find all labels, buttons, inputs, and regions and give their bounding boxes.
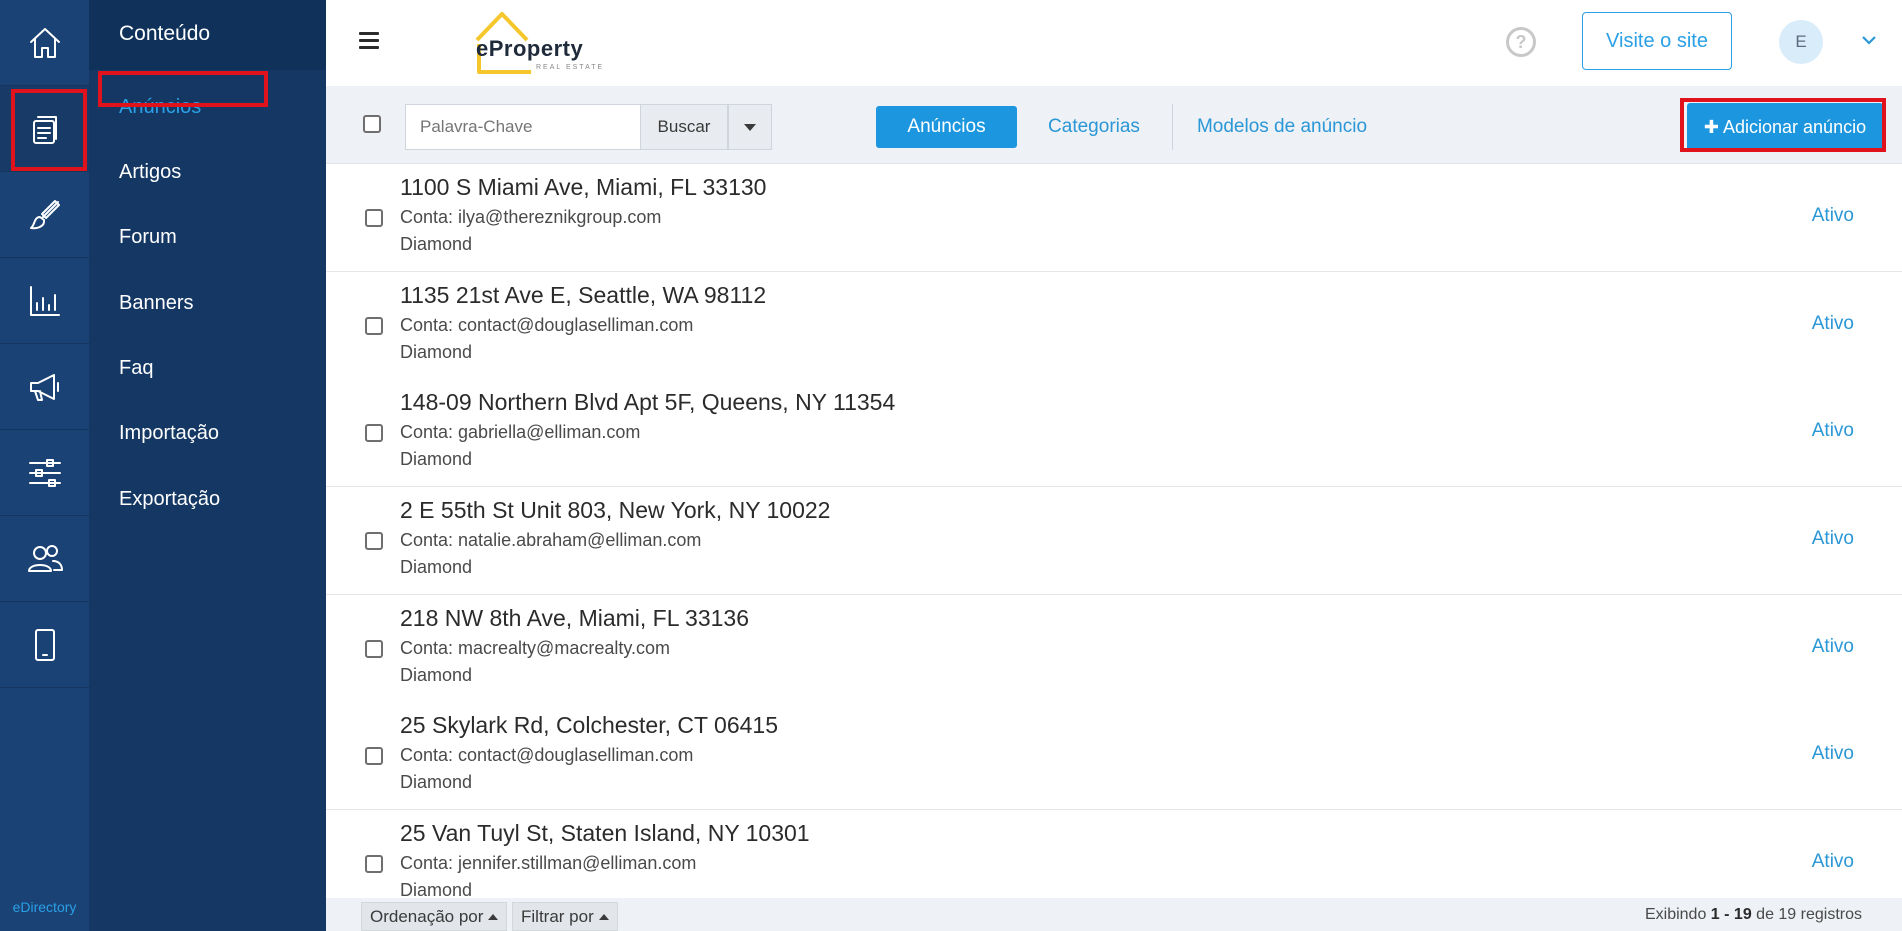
visit-site-button[interactable]: Visite o site xyxy=(1582,12,1732,70)
listing-title[interactable]: 25 Skylark Rd, Colchester, CT 06415 xyxy=(400,712,778,739)
submenu-item-importacao[interactable]: Importação xyxy=(119,422,219,445)
listing-checkbox[interactable] xyxy=(365,317,383,335)
listing-status[interactable]: Ativo xyxy=(1812,313,1854,335)
content-submenu: Conteúdo Anúncios Artigos Forum Banners … xyxy=(89,0,326,931)
records-count-suffix: de 19 registros xyxy=(1751,906,1862,923)
mobile-icon xyxy=(34,628,55,661)
rail-item-design[interactable] xyxy=(0,172,89,258)
users-icon xyxy=(27,544,63,572)
listing-checkbox[interactable] xyxy=(365,640,383,658)
listing-account: Conta: jennifer.stillman@elliman.com xyxy=(400,853,697,873)
listing-status[interactable]: Ativo xyxy=(1812,743,1854,765)
search-options-dropdown[interactable] xyxy=(728,104,772,150)
top-header: eProperty REAL ESTATE ? Visite o site E xyxy=(326,0,1902,86)
user-avatar[interactable]: E xyxy=(1779,20,1823,64)
search-button[interactable]: Buscar xyxy=(641,104,728,150)
submenu-item-forum[interactable]: Forum xyxy=(119,226,177,249)
rail-item-promote[interactable] xyxy=(0,344,89,430)
caret-down-icon xyxy=(744,123,756,131)
listing-checkbox[interactable] xyxy=(365,532,383,550)
listing-row[interactable]: 25 Skylark Rd, Colchester, CT 06415 Cont… xyxy=(326,702,1902,810)
listing-level: Diamond xyxy=(400,557,473,577)
listing-level: Diamond xyxy=(400,772,473,792)
listing-checkbox[interactable] xyxy=(365,855,383,873)
listing-status[interactable]: Ativo xyxy=(1812,205,1854,227)
brush-icon xyxy=(29,199,60,229)
listing-account: Conta: macrealty@macrealty.com xyxy=(400,638,671,658)
listing-level: Diamond xyxy=(400,234,473,254)
listing-title[interactable]: 1135 21st Ave E, Seattle, WA 98112 xyxy=(400,282,766,309)
sort-by-label: Ordenação por xyxy=(370,906,484,926)
filter-by-label: Filtrar por xyxy=(521,906,594,926)
chevron-down-icon[interactable] xyxy=(1861,32,1877,48)
sliders-icon xyxy=(28,458,61,487)
listing-row[interactable]: 148-09 Northern Blvd Apt 5F, Queens, NY … xyxy=(326,379,1902,487)
list-footer: Ordenação por Filtrar por Exibindo 1 - 1… xyxy=(326,898,1902,931)
records-count: Exibindo 1 - 19 de 19 registros xyxy=(1645,906,1862,924)
listing-row[interactable]: 1100 S Miami Ave, Miami, FL 33130 Conta:… xyxy=(326,164,1902,272)
tab-modelos-de-anuncio[interactable]: Modelos de anúncio xyxy=(1184,106,1380,148)
listing-account: Conta: contact@douglaselliman.com xyxy=(400,315,694,335)
sort-by-button[interactable]: Ordenação por xyxy=(361,902,508,931)
listing-row[interactable]: 218 NW 8th Ave, Miami, FL 33136 Conta: m… xyxy=(326,595,1902,703)
tab-categorias[interactable]: Categorias xyxy=(1024,106,1164,148)
listing-title[interactable]: 218 NW 8th Ave, Miami, FL 33136 xyxy=(400,605,749,632)
listing-level: Diamond xyxy=(400,342,473,362)
listing-title[interactable]: 148-09 Northern Blvd Apt 5F, Queens, NY … xyxy=(400,389,895,416)
highlight-box-content-icon xyxy=(11,89,87,171)
help-icon[interactable]: ? xyxy=(1506,27,1536,57)
tab-anuncios[interactable]: Anúncios xyxy=(876,106,1017,148)
submenu-title: Conteúdo xyxy=(89,0,326,70)
listing-account: Conta: contact@douglaselliman.com xyxy=(400,745,694,765)
listing-account: Conta: natalie.abraham@elliman.com xyxy=(400,530,702,550)
rail-item-settings[interactable] xyxy=(0,430,89,516)
listings-toolbar: Buscar Anúncios Categorias Modelos de an… xyxy=(326,86,1902,164)
hamburger-menu-icon[interactable] xyxy=(359,32,379,50)
caret-up-icon xyxy=(488,913,499,920)
listing-checkbox[interactable] xyxy=(365,424,383,442)
submenu-item-banners[interactable]: Banners xyxy=(119,292,194,315)
submenu-item-faq[interactable]: Faq xyxy=(119,357,153,380)
chart-icon xyxy=(29,285,60,316)
megaphone-icon xyxy=(29,373,59,401)
listing-checkbox[interactable] xyxy=(365,747,383,765)
caret-up-icon xyxy=(598,913,609,920)
listing-account: Conta: ilya@thereznikgroup.com xyxy=(400,207,662,227)
listing-status[interactable]: Ativo xyxy=(1812,851,1854,873)
rail-item-home[interactable] xyxy=(0,0,89,86)
listing-account: Conta: gabriella@elliman.com xyxy=(400,422,641,442)
listing-level: Diamond xyxy=(400,449,473,469)
records-count-range: 1 - 19 xyxy=(1710,906,1752,923)
listing-level: Diamond xyxy=(400,880,473,898)
rail-item-reports[interactable] xyxy=(0,258,89,344)
listing-checkbox[interactable] xyxy=(365,209,383,227)
logo-text: eProperty xyxy=(476,36,584,61)
records-count-prefix: Exibindo xyxy=(1644,906,1711,923)
submenu-item-artigos[interactable]: Artigos xyxy=(119,161,181,184)
rail-item-mobile[interactable] xyxy=(0,602,89,688)
logo-subtitle: REAL ESTATE xyxy=(536,64,605,71)
listing-row[interactable]: 25 Van Tuyl St, Staten Island, NY 10301 … xyxy=(326,810,1902,898)
highlight-box-anuncios xyxy=(98,71,268,107)
listing-status[interactable]: Ativo xyxy=(1812,420,1854,442)
select-all-checkbox[interactable] xyxy=(363,115,381,133)
filter-by-button[interactable]: Filtrar por xyxy=(512,902,618,931)
submenu-item-exportacao[interactable]: Exportação xyxy=(119,488,220,511)
listings-list: 1100 S Miami Ave, Miami, FL 33130 Conta:… xyxy=(326,164,1902,898)
listing-title[interactable]: 25 Van Tuyl St, Staten Island, NY 10301 xyxy=(400,820,810,847)
keyword-search-input[interactable] xyxy=(405,104,641,150)
listing-status[interactable]: Ativo xyxy=(1812,528,1854,550)
highlight-box-add-listing xyxy=(1680,98,1886,152)
listing-title[interactable]: 1100 S Miami Ave, Miami, FL 33130 xyxy=(400,174,766,201)
listing-title[interactable]: 2 E 55th St Unit 803, New York, NY 10022 xyxy=(400,497,830,524)
listing-row[interactable]: 1135 21st Ave E, Seattle, WA 98112 Conta… xyxy=(326,272,1902,380)
tab-divider xyxy=(1172,104,1173,150)
listing-row[interactable]: 2 E 55th St Unit 803, New York, NY 10022… xyxy=(326,487,1902,595)
home-icon xyxy=(29,27,60,58)
brand-link[interactable]: eDirectory xyxy=(0,899,89,915)
rail-item-users[interactable] xyxy=(0,516,89,602)
listing-level: Diamond xyxy=(400,665,473,685)
listing-status[interactable]: Ativo xyxy=(1812,636,1854,658)
